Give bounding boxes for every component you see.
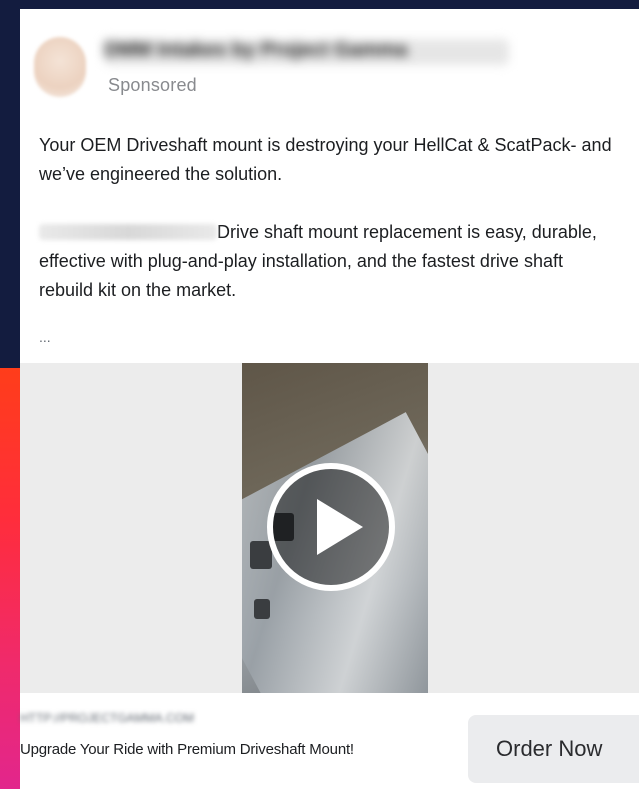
left-edge-background	[0, 0, 20, 789]
advertiser-avatar[interactable]	[34, 37, 86, 97]
redacted-brand-name	[39, 224, 217, 240]
post-paragraph-1: Your OEM Driveshaft mount is destroying …	[39, 135, 612, 184]
link-domain: HTTP://PROJECTGAMMA.COM	[20, 711, 194, 725]
post-paragraph-2: Drive shaft mount replacement is easy, d…	[39, 218, 619, 305]
play-icon	[317, 499, 363, 555]
sponsored-label[interactable]: Sponsored	[108, 75, 197, 96]
top-background	[0, 0, 639, 9]
advertiser-name[interactable]: DMM Intakes by Project Gamma	[104, 39, 509, 65]
play-button[interactable]	[267, 463, 395, 591]
sponsored-post-card: DMM Intakes by Project Gamma Sponsored Y…	[20, 9, 639, 789]
see-more-ellipsis[interactable]: ...	[39, 329, 51, 345]
order-now-button[interactable]: Order Now	[468, 715, 639, 783]
link-headline[interactable]: Upgrade Your Ride with Premium Driveshaf…	[20, 741, 354, 758]
link-preview-bar[interactable]: HTTP://PROJECTGAMMA.COM Upgrade Your Rid…	[20, 693, 639, 789]
thumbnail-bolt	[254, 599, 270, 619]
media-area[interactable]	[20, 363, 639, 693]
post-body-text: Your OEM Driveshaft mount is destroying …	[39, 131, 619, 305]
